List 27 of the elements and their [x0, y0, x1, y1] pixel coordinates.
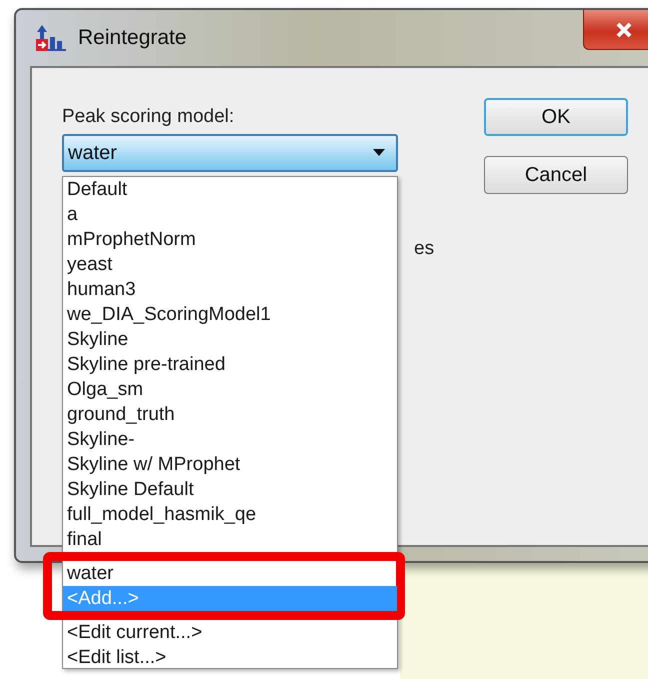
app-icon	[34, 23, 68, 53]
dropdown-option[interactable]: yeast	[63, 252, 397, 277]
dropdown-option[interactable]: Skyline pre-trained	[63, 352, 397, 377]
dropdown-option[interactable]: <Edit list...>	[63, 645, 397, 670]
ok-button[interactable]: OK	[484, 98, 628, 136]
dropdown-option[interactable]: human3	[63, 277, 397, 302]
model-dropdown[interactable]: water	[62, 134, 398, 172]
dropdown-option[interactable]: Skyline Default	[63, 477, 397, 502]
dropdown-option[interactable]: a	[63, 202, 397, 227]
window-title: Reintegrate	[78, 26, 187, 50]
dropdown-option[interactable]: water	[63, 561, 397, 586]
dropdown-option[interactable]: ground_truth	[63, 402, 397, 427]
dropdown-option[interactable]: Default	[63, 177, 397, 202]
cancel-button[interactable]: Cancel	[484, 156, 628, 194]
dropdown-option[interactable]: final	[63, 527, 397, 552]
dropdown-option[interactable]: Olga_sm	[63, 377, 397, 402]
dropdown-option[interactable]: mProphetNorm	[63, 227, 397, 252]
dropdown-option[interactable]: full_model_hasmik_qe	[63, 502, 397, 527]
option-label: es	[414, 238, 434, 260]
close-button[interactable]	[583, 10, 648, 50]
dropdown-option[interactable]: <Edit current...>	[63, 620, 397, 645]
dropdown-option[interactable]: we_DIA_ScoringModel1	[63, 302, 397, 327]
dropdown-option[interactable]: Skyline w/ MProphet	[63, 452, 397, 477]
field-label: Peak scoring model:	[62, 106, 236, 128]
caret-icon	[372, 149, 386, 157]
dropdown-option[interactable]: Skyline-	[63, 427, 397, 452]
dropdown-option[interactable]: Skyline	[63, 327, 397, 352]
